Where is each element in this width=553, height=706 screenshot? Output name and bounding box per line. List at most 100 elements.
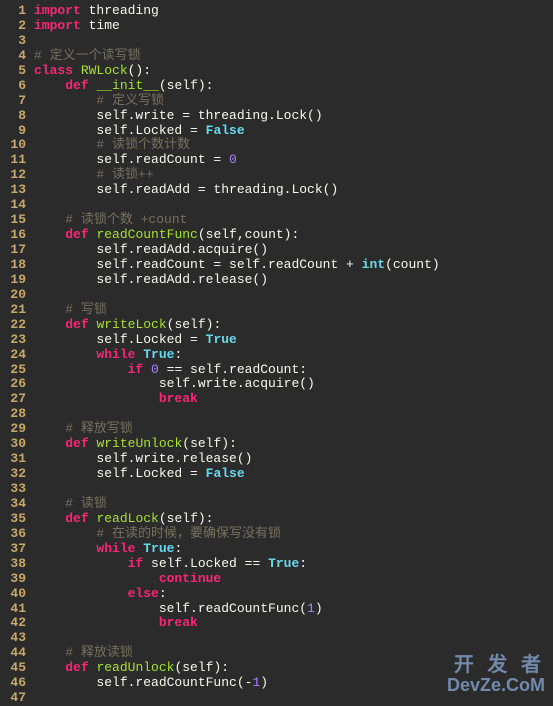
token: else [128, 586, 159, 601]
token: (self): [167, 317, 222, 332]
line-number: 23 [0, 333, 34, 348]
token: self.write.release() [34, 451, 252, 466]
token: True [143, 347, 174, 362]
line-number: 19 [0, 273, 34, 288]
line-content: while True: [34, 348, 182, 363]
token: RWLock [81, 63, 128, 78]
token: == self.readCount: [159, 362, 307, 377]
token: readCountFunc [96, 227, 197, 242]
token [34, 347, 96, 362]
token: writeLock [96, 317, 166, 332]
line-content [34, 407, 42, 422]
code-line: 14 [0, 198, 440, 213]
token: # 读锁 [65, 496, 107, 511]
token: import [34, 18, 81, 33]
token: self.readCountFunc( [34, 601, 307, 616]
token: (self): [159, 511, 214, 526]
line-number: 25 [0, 363, 34, 378]
line-content: class RWLock(): [34, 64, 151, 79]
line-content: self.readCountFunc(1) [34, 602, 323, 617]
token: def [65, 78, 96, 93]
line-content: self.readAdd.release() [34, 273, 268, 288]
token: 0 [151, 362, 159, 377]
code-line: 32 self.Locked = False [0, 467, 440, 482]
line-number: 22 [0, 318, 34, 333]
code-line: 36 # 在读的时候，要确保写没有锁 [0, 527, 440, 542]
line-content: self.readAdd.acquire() [34, 243, 268, 258]
code-line: 45 def readUnlock(self): [0, 661, 440, 676]
token [34, 317, 65, 332]
line-content [34, 198, 42, 213]
code-line: 37 while True: [0, 542, 440, 557]
token: : [174, 347, 182, 362]
token: readLock [96, 511, 158, 526]
code-line: 47 [0, 691, 440, 706]
token: : [159, 586, 167, 601]
code-line: 18 self.readCount = self.readCount + int… [0, 258, 440, 273]
token: # 在读的时候，要确保写没有锁 [96, 526, 281, 541]
token: # 写锁 [65, 302, 107, 317]
code-line: 12 # 读锁++ [0, 168, 440, 183]
code-line: 5class RWLock(): [0, 64, 440, 79]
token: self.readCount = self.readCount + [34, 257, 362, 272]
line-content: # 在读的时候，要确保写没有锁 [34, 527, 281, 542]
code-line: 8 self.write = threading.Lock() [0, 109, 440, 124]
code-line: 25 if 0 == self.readCount: [0, 363, 440, 378]
token: (count) [385, 257, 440, 272]
code-line: 26 self.write.acquire() [0, 377, 440, 392]
line-content: while True: [34, 542, 182, 557]
token [34, 362, 128, 377]
line-content: def writeLock(self): [34, 318, 221, 333]
token: # 释放读锁 [65, 645, 133, 660]
code-line: 21 # 写锁 [0, 303, 440, 318]
line-content: # 定义一个读写锁 [34, 49, 141, 64]
token [34, 645, 65, 660]
line-number: 6 [0, 79, 34, 94]
line-number: 11 [0, 153, 34, 168]
code-line: 44 # 释放读锁 [0, 646, 440, 661]
line-content: self.Locked = True [34, 333, 237, 348]
code-line: 20 [0, 288, 440, 303]
token: self.Locked = [34, 466, 206, 481]
token [34, 526, 96, 541]
token [34, 302, 65, 317]
line-number: 13 [0, 183, 34, 198]
line-number: 3 [0, 34, 34, 49]
code-line: 40 else: [0, 587, 440, 602]
code-line: 38 if self.Locked == True: [0, 557, 440, 572]
code-line: 17 self.readAdd.acquire() [0, 243, 440, 258]
token: # 释放写锁 [65, 421, 133, 436]
code-line: 15 # 读锁个数 +count [0, 213, 440, 228]
line-content: self.write = threading.Lock() [34, 109, 323, 124]
code-line: 27 break [0, 392, 440, 407]
token: while [96, 541, 143, 556]
line-number: 17 [0, 243, 34, 258]
line-content: def readUnlock(self): [34, 661, 229, 676]
line-number: 10 [0, 138, 34, 153]
code-line: 41 self.readCountFunc(1) [0, 602, 440, 617]
line-number: 33 [0, 482, 34, 497]
token [34, 511, 65, 526]
token: if [128, 362, 151, 377]
line-number: 38 [0, 557, 34, 572]
line-number: 9 [0, 124, 34, 139]
token: __init__ [96, 78, 158, 93]
token: self.readCount = [34, 152, 229, 167]
token: break [159, 391, 198, 406]
line-content: if 0 == self.readCount: [34, 363, 307, 378]
line-number: 42 [0, 616, 34, 631]
token: 1 [307, 601, 315, 616]
code-line: 34 # 读锁 [0, 497, 440, 512]
token: while [96, 347, 143, 362]
line-content: self.write.release() [34, 452, 252, 467]
code-line: 7 # 定义写锁 [0, 94, 440, 109]
line-content: self.readCountFunc(-1) [34, 676, 268, 691]
code-line: 13 self.readAdd = threading.Lock() [0, 183, 440, 198]
line-content: # 读锁个数计数 [34, 138, 190, 153]
line-number: 35 [0, 512, 34, 527]
token [34, 615, 159, 630]
token: self.readCountFunc(- [34, 675, 252, 690]
line-number: 4 [0, 49, 34, 64]
line-content: if self.Locked == True: [34, 557, 307, 572]
token: # 读锁个数 +count [65, 212, 187, 227]
